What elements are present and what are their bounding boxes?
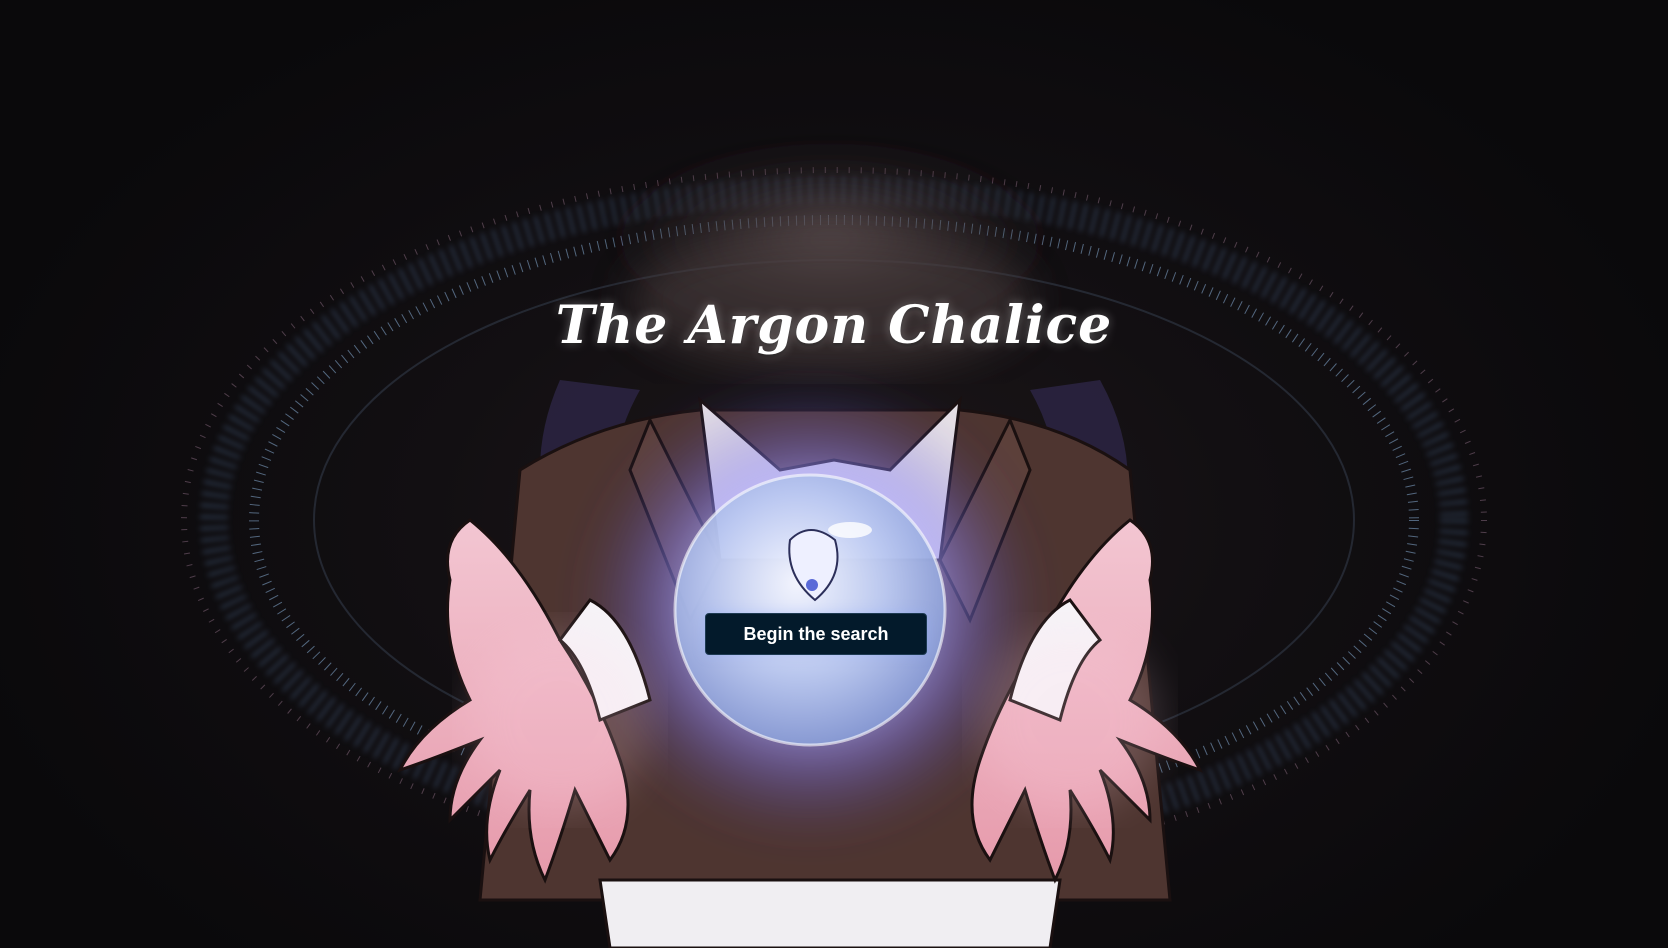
title-illustration [181,145,1487,948]
game-title: The Argon Chalice [555,295,1113,356]
title-screen: The Argon Chalice Begin the search [0,0,1668,948]
begin-search-button[interactable]: Begin the search [705,613,927,655]
